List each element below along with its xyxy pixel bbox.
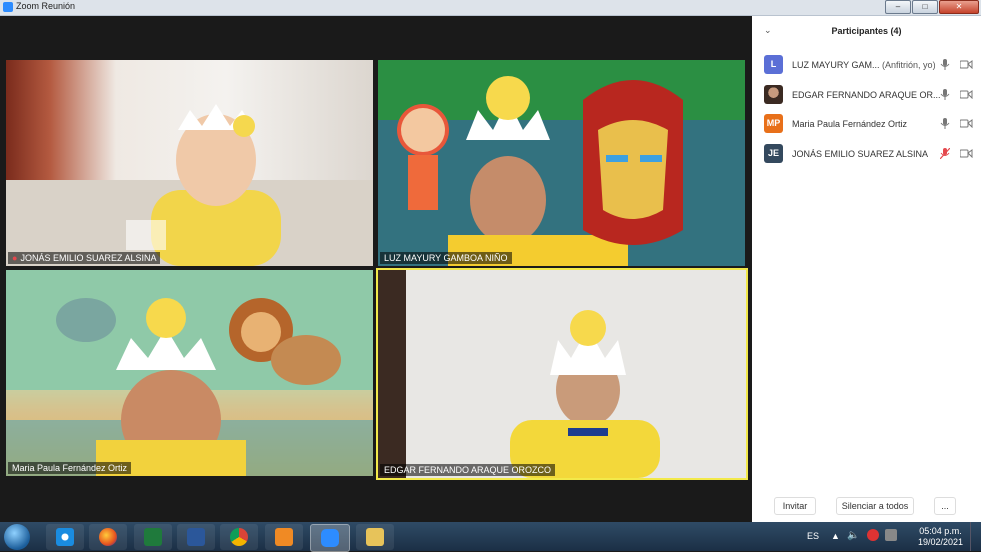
participant-name: LUZ MAYURY GAM... [792,60,880,70]
media-player-icon[interactable] [265,524,303,550]
participant-name-label: Maria Paula Fernández Ortiz [8,462,132,474]
clock[interactable]: 05:04 p.m. 19/02/2021 [918,526,963,548]
video-feed [378,60,745,266]
avatar: JE [764,143,783,163]
participant-row[interactable]: EDGAR FERNANDO ARAQUE OR... [752,82,981,112]
volume-icon[interactable]: 🔈 [847,530,859,541]
participant-name: Maria Paula Fernández Ortiz [792,119,908,129]
clock-date: 19/02/2021 [917,537,963,547]
participant-name: EDGAR FERNANDO ARAQUE OR... [792,89,941,100]
avatar [764,84,783,104]
firefox-icon[interactable] [89,524,127,550]
video-camera-icon[interactable] [960,119,973,128]
participants-panel: ⌄ Participantes (4) L LUZ MAYURY GAM... … [752,16,981,522]
mic-muted-icon: ● [12,253,18,263]
clock-time: 05:04 p.m. [919,526,962,536]
avatar: MP [764,114,783,133]
network-icon[interactable] [885,529,897,541]
more-options-button[interactable]: ... [934,497,956,515]
microphone-icon[interactable] [940,118,950,129]
microphone-icon[interactable] [940,59,950,70]
start-button[interactable] [4,524,30,550]
video-feed [6,104,373,266]
zoom-app-icon [3,2,13,12]
alert-icon[interactable] [867,529,879,541]
close-button[interactable]: ✕ [939,0,979,14]
participant-row[interactable]: L LUZ MAYURY GAM... (Anfitrión, yo) [752,52,981,82]
video-feed [378,270,746,478]
participant-name-label: EDGAR FERNANDO ARAQUE OROZCO [380,464,556,476]
window-controls: – □ ✕ [885,0,979,14]
video-feed [6,270,373,476]
mute-all-button[interactable]: Silenciar a todos [836,497,914,515]
internet-explorer-icon[interactable] [46,524,84,550]
minimize-button[interactable]: – [885,0,911,14]
video-tile-luz[interactable]: LUZ MAYURY GAMBOA NIÑO [378,60,745,266]
participant-row[interactable]: MP Maria Paula Fernández Ortiz [752,111,981,141]
video-gallery: ● JONÁS EMILIO SUAREZ ALSINA LUZ MAYURY G… [0,16,752,522]
window-titlebar: Zoom Reunión – □ ✕ [0,0,981,16]
system-tray: ES ▲ 🔈 05:04 p.m. 19/02/2021 [801,522,981,551]
video-camera-icon[interactable] [960,89,973,99]
video-camera-icon[interactable] [960,148,973,158]
window-title: Zoom Reunión [16,1,76,11]
show-desktop-button[interactable] [970,522,981,551]
language-indicator[interactable]: ES [807,531,819,541]
participant-name-label: LUZ MAYURY GAMBOA NIÑO [380,252,512,264]
avatar: L [764,55,783,74]
participant-name: JONÁS EMILIO SUAREZ ALSINA [792,148,929,159]
zoom-icon[interactable] [310,524,350,552]
participant-row[interactable]: JE JONÁS EMILIO SUAREZ ALSINA [752,141,981,171]
participants-footer: Invitar Silenciar a todos ... [752,495,981,517]
word-icon[interactable] [177,524,215,550]
participant-name-label: ● JONÁS EMILIO SUAREZ ALSINA [8,252,161,264]
participant-role: (Anfitrión, yo) [882,60,936,70]
participant-list: L LUZ MAYURY GAM... (Anfitrión, yo) EDGA… [752,52,981,170]
microphone-icon[interactable] [940,88,950,100]
chrome-icon[interactable] [220,524,258,550]
excel-icon[interactable] [134,524,172,550]
participants-title: Participantes (4) [831,26,902,36]
windows-taskbar: ES ▲ 🔈 05:04 p.m. 19/02/2021 [0,522,981,552]
video-tile-jonas[interactable]: ● JONÁS EMILIO SUAREZ ALSINA [6,60,373,266]
video-tile-maria-paula[interactable]: Maria Paula Fernández Ortiz [6,270,373,476]
participants-header: ⌄ Participantes (4) [752,16,981,46]
maximize-button[interactable]: □ [912,0,938,14]
file-explorer-icon[interactable] [356,524,394,550]
invite-button[interactable]: Invitar [774,497,816,515]
video-camera-icon[interactable] [960,60,973,69]
tray-expand-icon[interactable]: ▲ [831,531,840,541]
video-tile-edgar[interactable]: EDGAR FERNANDO ARAQUE OROZCO [376,268,748,480]
microphone-muted-icon[interactable] [940,147,950,159]
